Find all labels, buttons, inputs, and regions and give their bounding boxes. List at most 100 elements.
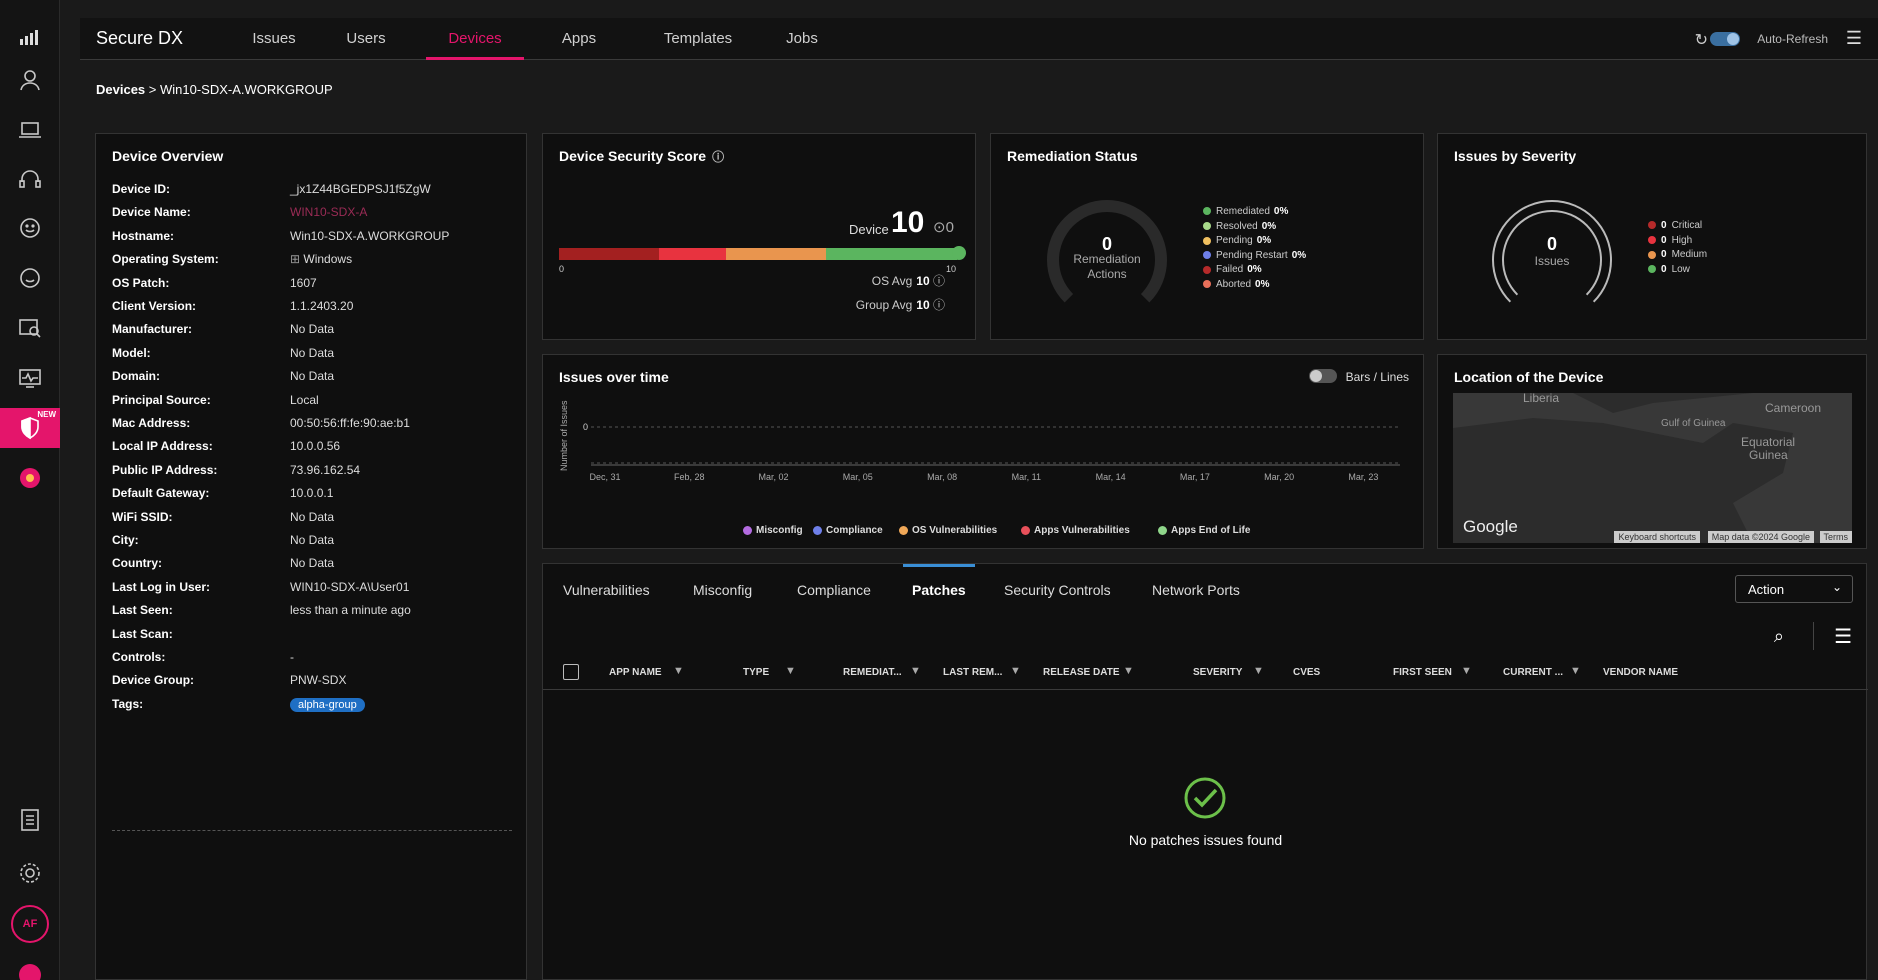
column-header[interactable]: VENDOR NAME: [1603, 667, 1678, 678]
filter-icon[interactable]: ▼: [1253, 665, 1264, 677]
monitor-pulse-icon[interactable]: [0, 358, 60, 398]
overview-key: Last Scan:: [112, 626, 173, 641]
column-header[interactable]: SEVERITY: [1193, 667, 1242, 678]
action-select[interactable]: Action ⌄: [1735, 575, 1853, 603]
chart-legend-item[interactable]: Apps Vulnerabilities: [1021, 525, 1130, 536]
refresh-icon[interactable]: ↻: [1695, 30, 1708, 50]
column-header[interactable]: CURRENT ...: [1503, 667, 1563, 678]
tab-users[interactable]: Users: [338, 30, 394, 60]
info-icon[interactable]: ⓘ: [712, 150, 724, 164]
chart-legend-item[interactable]: OS Vulnerabilities: [899, 525, 997, 536]
smiley-icon[interactable]: [0, 208, 60, 248]
overview-value: 1607: [290, 276, 317, 290]
column-header[interactable]: LAST REM...: [943, 667, 1002, 678]
score-device-label: Device: [849, 222, 889, 237]
issues-by-severity-card: Issues by Severity 0 Issues 0 Critical 0 Hi…: [1437, 133, 1867, 340]
signal-bars-icon[interactable]: [0, 18, 60, 58]
issues-over-time-card: Issues over time Bars / Lines Number of …: [542, 354, 1424, 549]
x-tick-label: Dec, 31: [589, 472, 620, 482]
bulb-icon[interactable]: [0, 458, 60, 498]
tab-patches[interactable]: Patches: [912, 582, 966, 598]
search-icon[interactable]: ⌕: [1774, 626, 1784, 647]
column-header[interactable]: FIRST SEEN: [1393, 667, 1452, 678]
overview-key: Client Version:: [112, 299, 197, 313]
app-logo-icon[interactable]: [0, 955, 60, 980]
overview-value[interactable]: WIN10-SDX-A: [290, 205, 367, 219]
tab-security-controls[interactable]: Security Controls: [1004, 582, 1111, 598]
score-marker: [952, 246, 966, 260]
avatar[interactable]: AF: [0, 904, 60, 944]
map-attribution[interactable]: Terms: [1819, 531, 1852, 543]
auto-refresh-label: Auto-Refresh: [1757, 32, 1828, 46]
bars-lines-toggle[interactable]: [1309, 369, 1337, 383]
device-overview-card: Device Overview Device ID: _jx1Z44BGEDPSJ…: [95, 133, 527, 980]
column-header[interactable]: CVES: [1293, 667, 1320, 678]
map-attribution[interactable]: Map data ©2024 Google: [1707, 531, 1814, 543]
map-attribution[interactable]: Keyboard shortcuts: [1614, 531, 1700, 543]
tab-issues[interactable]: Issues: [244, 30, 304, 60]
overview-value-text: 00:50:56:ff:fe:90:ae:b1: [290, 416, 410, 430]
filter-icon[interactable]: ▼: [910, 665, 921, 677]
app-title: Secure DX: [96, 28, 184, 48]
auto-refresh-toggle[interactable]: [1710, 32, 1740, 46]
breadcrumb-root[interactable]: Devices: [96, 82, 145, 97]
column-header[interactable]: APP NAME: [609, 667, 662, 678]
group-avg-value: 10: [916, 298, 930, 312]
filter-icon[interactable]: ▼: [1010, 665, 1021, 677]
filter-icon[interactable]: ▼: [673, 665, 684, 677]
os-avg-value: 10: [916, 274, 930, 288]
menu-icon[interactable]: ☰: [1834, 624, 1852, 649]
tab-misconfig[interactable]: Misconfig: [693, 582, 752, 598]
column-header[interactable]: RELEASE DATE: [1043, 667, 1120, 678]
map[interactable]: Liberia Gulf of Guinea Cameroon Equatori…: [1453, 393, 1852, 543]
column-header[interactable]: TYPE: [743, 667, 769, 678]
headset-icon[interactable]: [0, 160, 60, 200]
chart-legend-item[interactable]: Misconfig: [743, 525, 803, 536]
tab-apps[interactable]: Apps: [556, 30, 602, 60]
overview-row: Public IP Address: 73.96.162.54: [112, 463, 512, 481]
overview-row: Device ID: _jx1Z44BGEDPSJ1f5ZgW: [112, 182, 512, 200]
tag-pill[interactable]: alpha-group: [290, 697, 365, 712]
x-tick-label: Mar, 02: [759, 472, 789, 482]
user-icon[interactable]: [0, 60, 60, 100]
chart-legend-item[interactable]: Compliance: [813, 525, 883, 536]
select-all-checkbox[interactable]: [563, 664, 579, 680]
rail-security-active[interactable]: NEW: [0, 408, 60, 448]
overview-value: PNW-SDX: [290, 673, 346, 687]
overview-value-text: No Data: [290, 322, 335, 337]
overview-value-text: Windows: [303, 252, 353, 267]
overview-value: _jx1Z44BGEDPSJ1f5ZgW: [290, 182, 431, 196]
card-title: Issues by Severity: [1454, 148, 1577, 164]
info-icon[interactable]: ⓘ: [933, 298, 945, 312]
tab-vulnerabilities[interactable]: Vulnerabilities: [563, 582, 650, 598]
info-icon[interactable]: ⓘ: [933, 274, 945, 288]
legend-label: Resolved: [1216, 220, 1258, 232]
overview-key: Domain:: [112, 369, 160, 384]
filter-icon[interactable]: ▼: [1123, 665, 1134, 677]
legend-label: Pending Restart: [1216, 249, 1288, 261]
laptop-icon[interactable]: [0, 110, 60, 150]
column-header[interactable]: REMEDIAT...: [843, 667, 902, 678]
chart-legend-item[interactable]: Apps End of Life: [1158, 525, 1250, 536]
tab-jobs[interactable]: Jobs: [782, 30, 822, 60]
gear-icon[interactable]: [0, 853, 60, 893]
overview-value-text: WIN10-SDX-A: [290, 205, 368, 220]
severity-total: 0: [1546, 234, 1557, 254]
tab-templates[interactable]: Templates: [658, 30, 738, 60]
tab-network-ports[interactable]: Network Ports: [1152, 582, 1240, 598]
severity-legend-item: 0 Medium: [1648, 249, 1707, 260]
tab-compliance[interactable]: Compliance: [797, 582, 871, 598]
tab-devices[interactable]: Devices: [426, 30, 524, 60]
remediation-status-card: Remediation Status 0 Remediation Actions…: [990, 133, 1424, 340]
user-search-icon[interactable]: [0, 308, 60, 348]
face-icon[interactable]: [0, 258, 60, 298]
x-tick-label: Mar, 23: [1348, 472, 1378, 482]
filter-icon[interactable]: ▼: [785, 665, 796, 677]
document-icon[interactable]: [0, 800, 60, 840]
overview-value: 1.1.2403.20: [290, 299, 353, 313]
location-card: Location of the Device Liberia Gulf of G…: [1437, 354, 1867, 549]
filter-icon[interactable]: ▼: [1570, 665, 1581, 677]
settings-sliders-icon[interactable]: ☰: [1846, 28, 1862, 49]
remediation-legend-item: Remediated 0%: [1203, 206, 1288, 217]
filter-icon[interactable]: ▼: [1461, 665, 1472, 677]
